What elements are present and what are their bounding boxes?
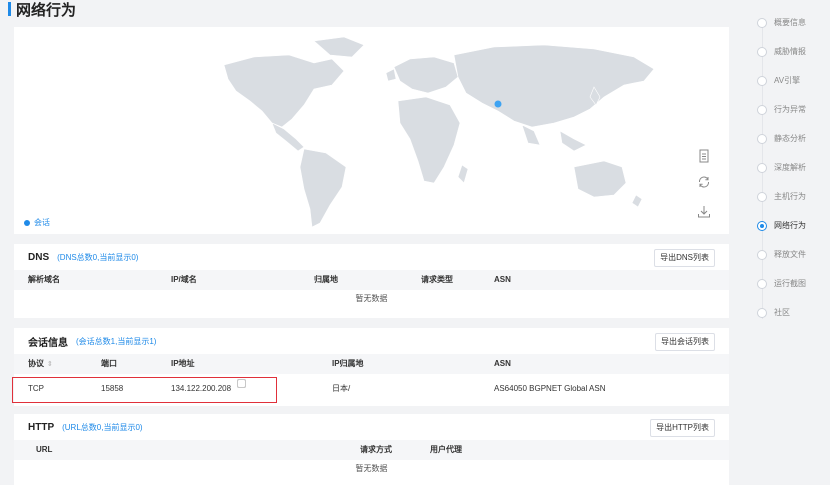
page-title-block: 网络行为 bbox=[8, 0, 77, 19]
dns-col-ip-domain: IP/域名 bbox=[171, 275, 197, 284]
nav-item-label: 主机行为 bbox=[774, 192, 806, 201]
nav-dot-icon bbox=[757, 249, 767, 260]
sessions-col-protocol[interactable]: 协议 ⇕ bbox=[28, 354, 53, 375]
dns-col-request-type: 请求类型 bbox=[421, 275, 453, 284]
nav-dot-icon bbox=[757, 191, 767, 202]
nav-item[interactable]: 主机行为 bbox=[752, 182, 830, 211]
page-title: 网络行为 bbox=[16, 1, 77, 19]
nav-dot-icon bbox=[757, 162, 767, 173]
sessions-col-protocol-label: 协议 bbox=[28, 359, 44, 368]
map-legend[interactable]: 会话 bbox=[24, 217, 50, 228]
row-ip-cell: 134.122.200.208 bbox=[171, 379, 247, 399]
nav-item[interactable]: 社区 bbox=[752, 298, 830, 327]
dns-card-header: DNS (DNS总数0,当前显示0) 导出DNS列表 bbox=[14, 244, 729, 270]
nav-dot-icon bbox=[757, 17, 767, 28]
export-dns-button[interactable]: 导出DNS列表 bbox=[654, 249, 715, 267]
section-nav: 概要信息威胁情报 AV引擎行为异常静态分析深度解析主机行为网络行为释放文件运行截图… bbox=[752, 8, 830, 327]
nav-item-label: 威胁情报 bbox=[774, 47, 806, 56]
nav-item[interactable]: AV引擎 bbox=[752, 66, 830, 95]
http-card-header: HTTP (URL总数0,当前显示0) 导出HTTP列表 bbox=[14, 414, 729, 440]
session-location-marker[interactable] bbox=[494, 100, 502, 108]
dns-summary: (DNS总数0,当前显示0) bbox=[57, 252, 139, 262]
nav-item[interactable]: 运行截图 bbox=[752, 269, 830, 298]
nav-dot-icon bbox=[757, 75, 767, 86]
nav-item[interactable]: 静态分析 bbox=[752, 124, 830, 153]
nav-item[interactable]: 行为异常 bbox=[752, 95, 830, 124]
refresh-icon[interactable] bbox=[696, 174, 712, 190]
http-col-method: 请求方式 bbox=[360, 445, 392, 454]
nav-item-label: 网络行为 bbox=[774, 221, 806, 230]
dns-col-domain: 解析域名 bbox=[28, 275, 60, 284]
dns-col-location: 归属地 bbox=[314, 275, 338, 284]
download-icon[interactable] bbox=[696, 204, 712, 220]
sessions-card-header: 会话信息 (会话总数1,当前显示1) 导出会话列表 bbox=[14, 328, 729, 354]
sessions-summary: (会话总数1,当前显示1) bbox=[76, 336, 157, 346]
http-summary: (URL总数0,当前显示0) bbox=[62, 422, 143, 432]
legend-label: 会话 bbox=[34, 218, 50, 227]
dns-card: DNS (DNS总数0,当前显示0) 导出DNS列表 解析域名 IP/域名 归属… bbox=[14, 244, 729, 318]
row-asn: AS64050 BGPNET Global ASN bbox=[494, 384, 606, 393]
world-map[interactable] bbox=[14, 27, 729, 234]
sessions-col-port: 端口 bbox=[101, 359, 117, 368]
dns-col-asn: ASN bbox=[494, 275, 511, 284]
sessions-card: 会话信息 (会话总数1,当前显示1) 导出会话列表 协议 ⇕ 端口 IP地址 IP… bbox=[14, 328, 729, 406]
sessions-title: 会话信息 bbox=[28, 337, 68, 349]
row-location: 日本/ bbox=[332, 384, 351, 393]
sessions-col-asn: ASN bbox=[494, 359, 511, 368]
nav-dot-icon bbox=[757, 46, 767, 57]
http-col-user-agent: 用户代理 bbox=[430, 445, 462, 454]
http-table-header: URL 请求方式 用户代理 bbox=[14, 440, 729, 460]
nav-item-label: AV引擎 bbox=[774, 76, 801, 85]
nav-dot-icon bbox=[757, 104, 767, 115]
nav-item-label: 社区 bbox=[774, 308, 790, 317]
nav-item-label: 运行截图 bbox=[774, 279, 806, 288]
copy-icon[interactable] bbox=[237, 379, 247, 388]
export-sessions-button[interactable]: 导出会话列表 bbox=[655, 333, 715, 351]
world-map-panel: 会话 bbox=[14, 27, 729, 234]
title-accent-bar bbox=[8, 2, 11, 16]
dns-empty-text: 暂无数据 bbox=[355, 294, 388, 303]
nav-item-label: 概要信息 bbox=[774, 18, 806, 27]
nav-item-label: 深度解析 bbox=[774, 163, 806, 172]
nav-item-label: 释放文件 bbox=[774, 250, 806, 259]
dns-title: DNS bbox=[28, 251, 50, 263]
sessions-col-ip-location: IP归属地 bbox=[332, 359, 364, 368]
nav-item-label: 行为异常 bbox=[774, 105, 806, 114]
legend-dot-icon bbox=[24, 219, 30, 226]
nav-item[interactable]: 威胁情报 bbox=[752, 37, 830, 66]
http-empty-text: 暂无数据 bbox=[355, 464, 388, 473]
document-icon[interactable] bbox=[696, 148, 712, 164]
nav-dot-icon bbox=[757, 278, 767, 289]
nav-dot-icon bbox=[757, 133, 767, 144]
sessions-table-header: 协议 ⇕ 端口 IP地址 IP归属地 ASN bbox=[14, 354, 729, 374]
http-col-url: URL bbox=[36, 445, 53, 454]
sort-icon[interactable]: ⇕ bbox=[47, 355, 53, 375]
table-row[interactable]: TCP 15858 134.122.200.208 日本/ AS64050 BG… bbox=[14, 379, 729, 399]
nav-item-label: 静态分析 bbox=[774, 134, 806, 143]
nav-item[interactable]: 释放文件 bbox=[752, 240, 830, 269]
export-http-button[interactable]: 导出HTTP列表 bbox=[650, 419, 715, 437]
nav-active-dot-icon bbox=[757, 220, 767, 231]
row-ip[interactable]: 134.122.200.208 bbox=[171, 384, 231, 393]
http-card: HTTP (URL总数0,当前显示0) 导出HTTP列表 URL 请求方式 用户… bbox=[14, 414, 729, 485]
dns-table-header: 解析域名 IP/域名 归属地 请求类型 ASN bbox=[14, 270, 729, 290]
nav-item[interactable]: 深度解析 bbox=[752, 153, 830, 182]
sessions-col-ip: IP地址 bbox=[171, 359, 195, 368]
row-protocol: TCP bbox=[28, 384, 44, 393]
nav-item[interactable]: 概要信息 bbox=[752, 8, 830, 37]
nav-dot-icon bbox=[757, 307, 767, 318]
http-title: HTTP bbox=[28, 421, 55, 433]
row-port: 15858 bbox=[101, 384, 124, 393]
nav-item[interactable]: 网络行为 bbox=[752, 211, 830, 240]
